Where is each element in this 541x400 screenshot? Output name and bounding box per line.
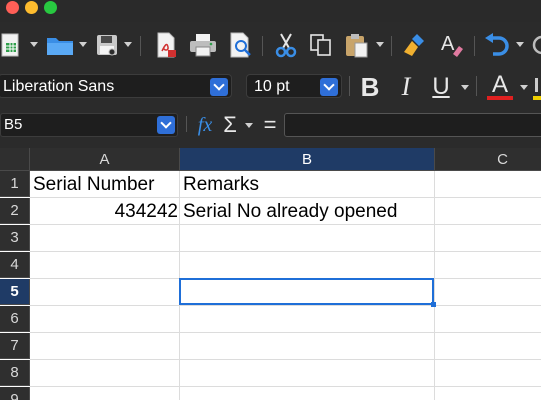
standard-toolbar: A — [0, 22, 541, 68]
row-header-6[interactable]: 6 — [0, 306, 30, 332]
name-box-dropdown-button[interactable] — [157, 116, 175, 134]
close-window-button[interactable] — [6, 1, 19, 14]
row-header-7[interactable]: 7 — [0, 333, 30, 359]
save-icon — [97, 35, 117, 56]
copy-icon — [310, 34, 331, 56]
toolbar-separator — [186, 116, 187, 132]
toolbar-separator — [262, 36, 263, 56]
row-header-1[interactable]: 1 — [0, 171, 30, 197]
row-header-9[interactable]: 9 — [0, 387, 30, 400]
grid-line — [434, 171, 435, 400]
toolbar-separator — [349, 76, 350, 96]
cell-cursor-b5[interactable] — [179, 278, 434, 305]
row-header-5[interactable]: 5 — [0, 279, 30, 305]
column-header-a[interactable]: A — [30, 148, 180, 171]
row-header-3[interactable]: 3 — [0, 225, 30, 251]
open-dropdown-arrow[interactable] — [79, 42, 87, 47]
clone-formatting-button[interactable] — [400, 30, 428, 60]
zoom-window-button[interactable] — [44, 1, 57, 14]
formula-bar: B5 fx Σ = — [0, 110, 541, 140]
new-spreadsheet-icon — [1, 33, 19, 57]
open-button[interactable] — [45, 30, 75, 60]
title-bar — [0, 0, 541, 22]
new-dropdown-arrow[interactable] — [30, 42, 38, 47]
clear-formatting-button[interactable]: A — [438, 30, 466, 60]
function-wizard-button[interactable]: fx — [194, 110, 216, 140]
toolbar-separator — [474, 36, 475, 56]
undo-icon — [485, 33, 509, 56]
grid-line — [30, 386, 541, 387]
grid-line — [30, 305, 541, 306]
font-color-button[interactable]: A — [485, 72, 515, 102]
row-header-8[interactable]: 8 — [0, 360, 30, 386]
grid-line — [30, 332, 541, 333]
export-pdf-button[interactable] — [153, 30, 179, 60]
cut-button[interactable] — [272, 30, 300, 60]
paste-button[interactable] — [342, 30, 372, 60]
font-name-dropdown-button[interactable] — [210, 78, 228, 96]
open-folder-icon — [47, 38, 73, 55]
paste-dropdown-arrow[interactable] — [376, 42, 384, 47]
toolbar-separator — [140, 36, 141, 56]
print-preview-button[interactable] — [228, 30, 254, 60]
font-name-box[interactable]: Liberation Sans — [0, 74, 232, 98]
font-name-value: Liberation Sans — [3, 78, 115, 95]
minimize-window-button[interactable] — [25, 1, 38, 14]
row-header-4[interactable]: 4 — [0, 252, 30, 278]
underline-button[interactable]: U — [428, 72, 454, 102]
sum-button[interactable]: Σ — [220, 110, 240, 140]
redo-icon — [532, 35, 541, 55]
row-header-2[interactable]: 2 — [0, 198, 30, 224]
toolbar-separator — [391, 36, 392, 56]
font-color-dropdown-arrow[interactable] — [520, 85, 528, 90]
undo-dropdown-arrow[interactable] — [516, 42, 524, 47]
svg-text:A: A — [441, 33, 455, 55]
paste-icon — [346, 34, 368, 58]
grid-line — [30, 251, 541, 252]
select-all-corner[interactable] — [0, 148, 30, 171]
save-button[interactable] — [94, 30, 120, 60]
cell-b2[interactable]: Serial No already opened — [183, 199, 397, 225]
column-header-b[interactable]: B — [180, 148, 435, 171]
font-color-swatch — [487, 96, 513, 100]
font-size-dropdown-button[interactable] — [320, 78, 338, 96]
sum-dropdown-arrow[interactable] — [245, 123, 253, 128]
bold-button[interactable]: B — [357, 72, 383, 102]
cell-a2[interactable]: 434242 — [30, 199, 178, 225]
redo-button[interactable] — [530, 30, 541, 60]
column-header-c[interactable]: C — [435, 148, 541, 171]
highlight-color-swatch — [533, 96, 541, 100]
name-box[interactable]: B5 — [0, 113, 178, 137]
cell-b1[interactable]: Remarks — [183, 172, 259, 198]
font-color-letter: A — [491, 71, 508, 98]
print-button[interactable] — [188, 30, 218, 60]
undo-button[interactable] — [482, 30, 512, 60]
export-pdf-icon — [157, 32, 176, 58]
font-size-value: 10 pt — [254, 78, 290, 95]
print-preview-icon — [230, 32, 251, 58]
cell-a1[interactable]: Serial Number — [33, 172, 154, 198]
print-icon — [190, 34, 216, 57]
autofill-handle[interactable] — [431, 302, 436, 307]
formula-button[interactable]: = — [260, 110, 280, 140]
toolbar-separator — [476, 76, 477, 96]
italic-button[interactable]: I — [393, 72, 419, 102]
cell-reference: B5 — [4, 116, 23, 133]
underline-dropdown-arrow[interactable] — [461, 85, 469, 90]
font-size-box[interactable]: 10 pt — [246, 74, 342, 98]
new-spreadsheet-button[interactable] — [0, 30, 22, 60]
grid-line — [30, 359, 541, 360]
spreadsheet-grid[interactable]: A B C 1 2 3 4 5 6 7 8 9 Serial Number Re… — [0, 148, 541, 400]
highlighter-icon — [535, 78, 538, 92]
formatting-toolbar: Liberation Sans 10 pt B I U A — [0, 68, 541, 106]
copy-button[interactable] — [308, 30, 334, 60]
clear-formatting-icon: A — [441, 33, 463, 57]
highlight-color-button[interactable] — [533, 76, 541, 102]
save-dropdown-arrow[interactable] — [124, 42, 132, 47]
formula-input[interactable] — [284, 113, 541, 137]
cut-icon — [275, 33, 297, 58]
clone-formatting-icon — [404, 34, 424, 56]
